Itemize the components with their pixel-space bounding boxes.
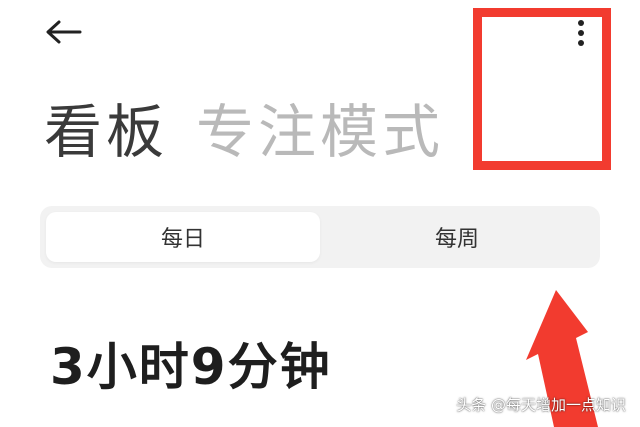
watermark: 头条 @每天增加一点知识 [456,396,626,414]
more-options-button[interactable] [566,14,596,54]
period-weekly-button[interactable]: 每周 [320,212,594,262]
more-vertical-icon [578,20,584,46]
period-daily-button[interactable]: 每日 [46,212,320,262]
back-button[interactable] [40,12,88,52]
arrow-left-icon [46,20,82,44]
total-screen-time: 3小时9分钟 [50,338,332,396]
tab-focus-mode[interactable]: 专注模式 [196,103,444,161]
period-selector: 每日 每周 [40,206,600,268]
title-tabs: 看板 专注模式 [44,92,444,172]
tab-dashboard[interactable]: 看板 [44,103,168,161]
